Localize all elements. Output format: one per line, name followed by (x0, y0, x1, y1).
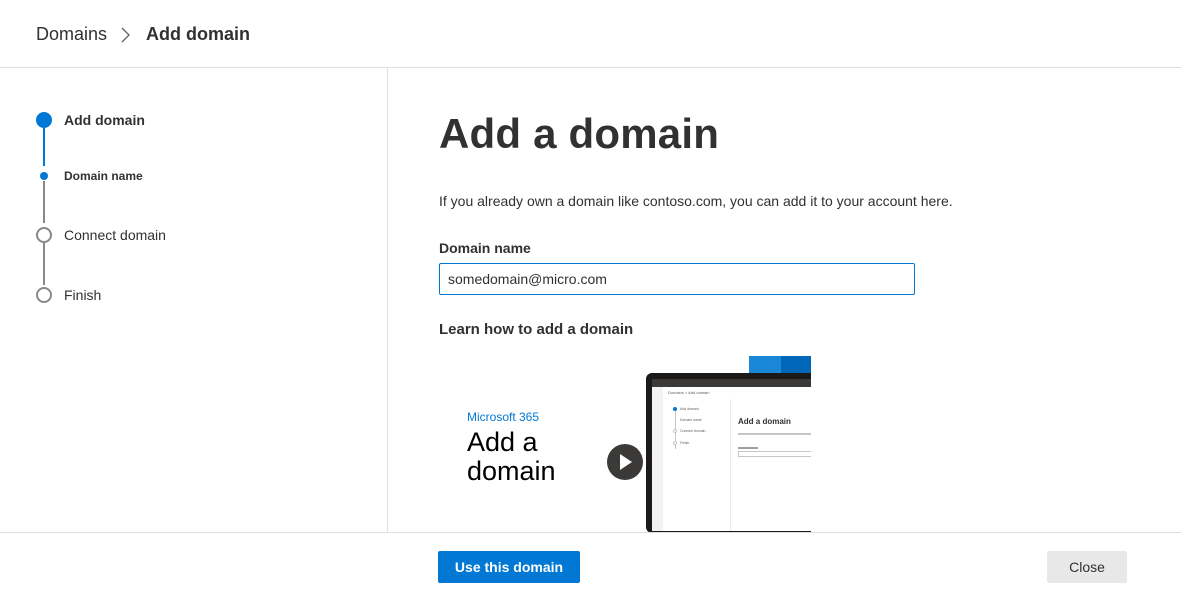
step-finish: Finish (64, 287, 102, 303)
breadcrumb: Domains Add domain (36, 24, 250, 45)
page-header: Domains Add domain (0, 0, 1181, 68)
close-button[interactable]: Close (1047, 551, 1127, 583)
substep-domain-name: Domain name (64, 169, 143, 183)
preview-breadcrumb: Domains > Add domain (668, 390, 710, 395)
video-accent-block (749, 356, 781, 374)
video-thumbnail[interactable]: Microsoft 365 Add a domain Domains > Add… (439, 356, 811, 532)
video-device-mockup: Domains > Add domain Add domain Domain n… (646, 373, 811, 532)
step-connector (43, 243, 45, 285)
domain-name-input[interactable] (439, 263, 915, 295)
step-pending-indicator (36, 287, 52, 303)
intro-text: If you already own a domain like contoso… (439, 193, 953, 209)
step-add-domain: Add domain (64, 112, 145, 128)
main-content: Add a domain If you already own a domain… (388, 68, 1181, 532)
chevron-right-icon (120, 25, 134, 45)
video-screen-preview: Domains > Add domain Add domain Domain n… (652, 379, 811, 531)
preview-title: Add a domain (738, 417, 791, 426)
play-icon[interactable] (607, 444, 643, 480)
learn-section-title: Learn how to add a domain (439, 321, 634, 338)
breadcrumb-domains-link[interactable]: Domains (36, 24, 107, 45)
breadcrumb-current: Add domain (146, 24, 251, 44)
footer-bar: Use this domain Close (0, 532, 1181, 593)
video-brand-label: Microsoft 365 (467, 410, 540, 424)
video-title: Add a domain (467, 427, 556, 486)
video-accent-block (781, 356, 811, 374)
wizard-steps-panel: Add domain Domain name Connect domain Fi… (0, 68, 388, 532)
step-connector (43, 181, 45, 223)
use-this-domain-button[interactable]: Use this domain (438, 551, 580, 583)
substep-current-indicator (40, 172, 48, 180)
step-connect-domain: Connect domain (64, 227, 166, 243)
page-title: Add a domain (439, 110, 720, 157)
step-connector-completed (43, 128, 45, 166)
step-pending-indicator (36, 227, 52, 243)
domain-name-label: Domain name (439, 240, 531, 256)
step-current-indicator (36, 112, 52, 128)
